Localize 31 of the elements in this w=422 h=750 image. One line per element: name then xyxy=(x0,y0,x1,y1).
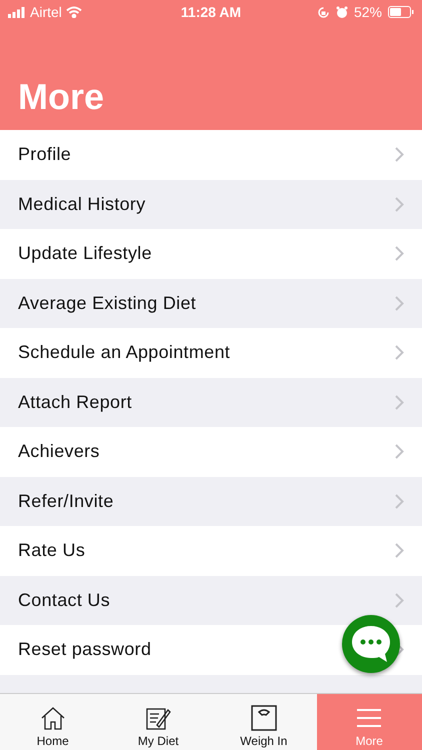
menu-item-label: Rate Us xyxy=(18,540,86,562)
menu-item-label: Refer/Invite xyxy=(18,490,114,512)
menu-item-label: Achievers xyxy=(18,441,100,462)
clock-time: 11:28 AM xyxy=(180,4,242,20)
battery-icon xyxy=(388,6,414,18)
carrier-name: Airtel xyxy=(30,4,62,20)
menu-item[interactable]: Attach Report xyxy=(0,378,422,427)
menu-item-label: Schedule an Appointment xyxy=(18,342,230,364)
wifi-icon xyxy=(66,6,82,18)
menu-item-label: Update Lifestyle xyxy=(18,243,152,264)
menu-item[interactable]: Medical History xyxy=(0,180,422,229)
menu-item-label: Contact Us xyxy=(18,590,110,611)
menu-item-label: Reset password xyxy=(18,639,152,660)
menu-item-label: Attach Report xyxy=(18,392,132,413)
battery-percent: 52% xyxy=(354,4,382,20)
menu-item[interactable]: Average Existing Diet xyxy=(0,278,422,328)
tab-button[interactable]: Weigh In xyxy=(211,694,316,750)
menu-item-label: Medical History xyxy=(18,194,146,215)
rotation-lock-icon xyxy=(316,6,330,18)
signal-icon xyxy=(8,6,26,18)
page-title: More xyxy=(18,76,106,118)
menu-item-label: Average Existing Diet xyxy=(18,292,196,314)
menu-item[interactable]: Refer/Invite xyxy=(0,476,422,526)
tab-button[interactable]: My Diet xyxy=(106,694,211,750)
home-icon xyxy=(40,705,66,731)
tab-button[interactable]: Home xyxy=(0,694,106,750)
chat-bubble-icon xyxy=(350,624,392,664)
menu-item-label: Profile xyxy=(18,144,72,166)
menu-item[interactable]: Contact Us xyxy=(0,576,422,625)
alarm-icon xyxy=(336,6,348,18)
scale-icon xyxy=(250,705,277,731)
